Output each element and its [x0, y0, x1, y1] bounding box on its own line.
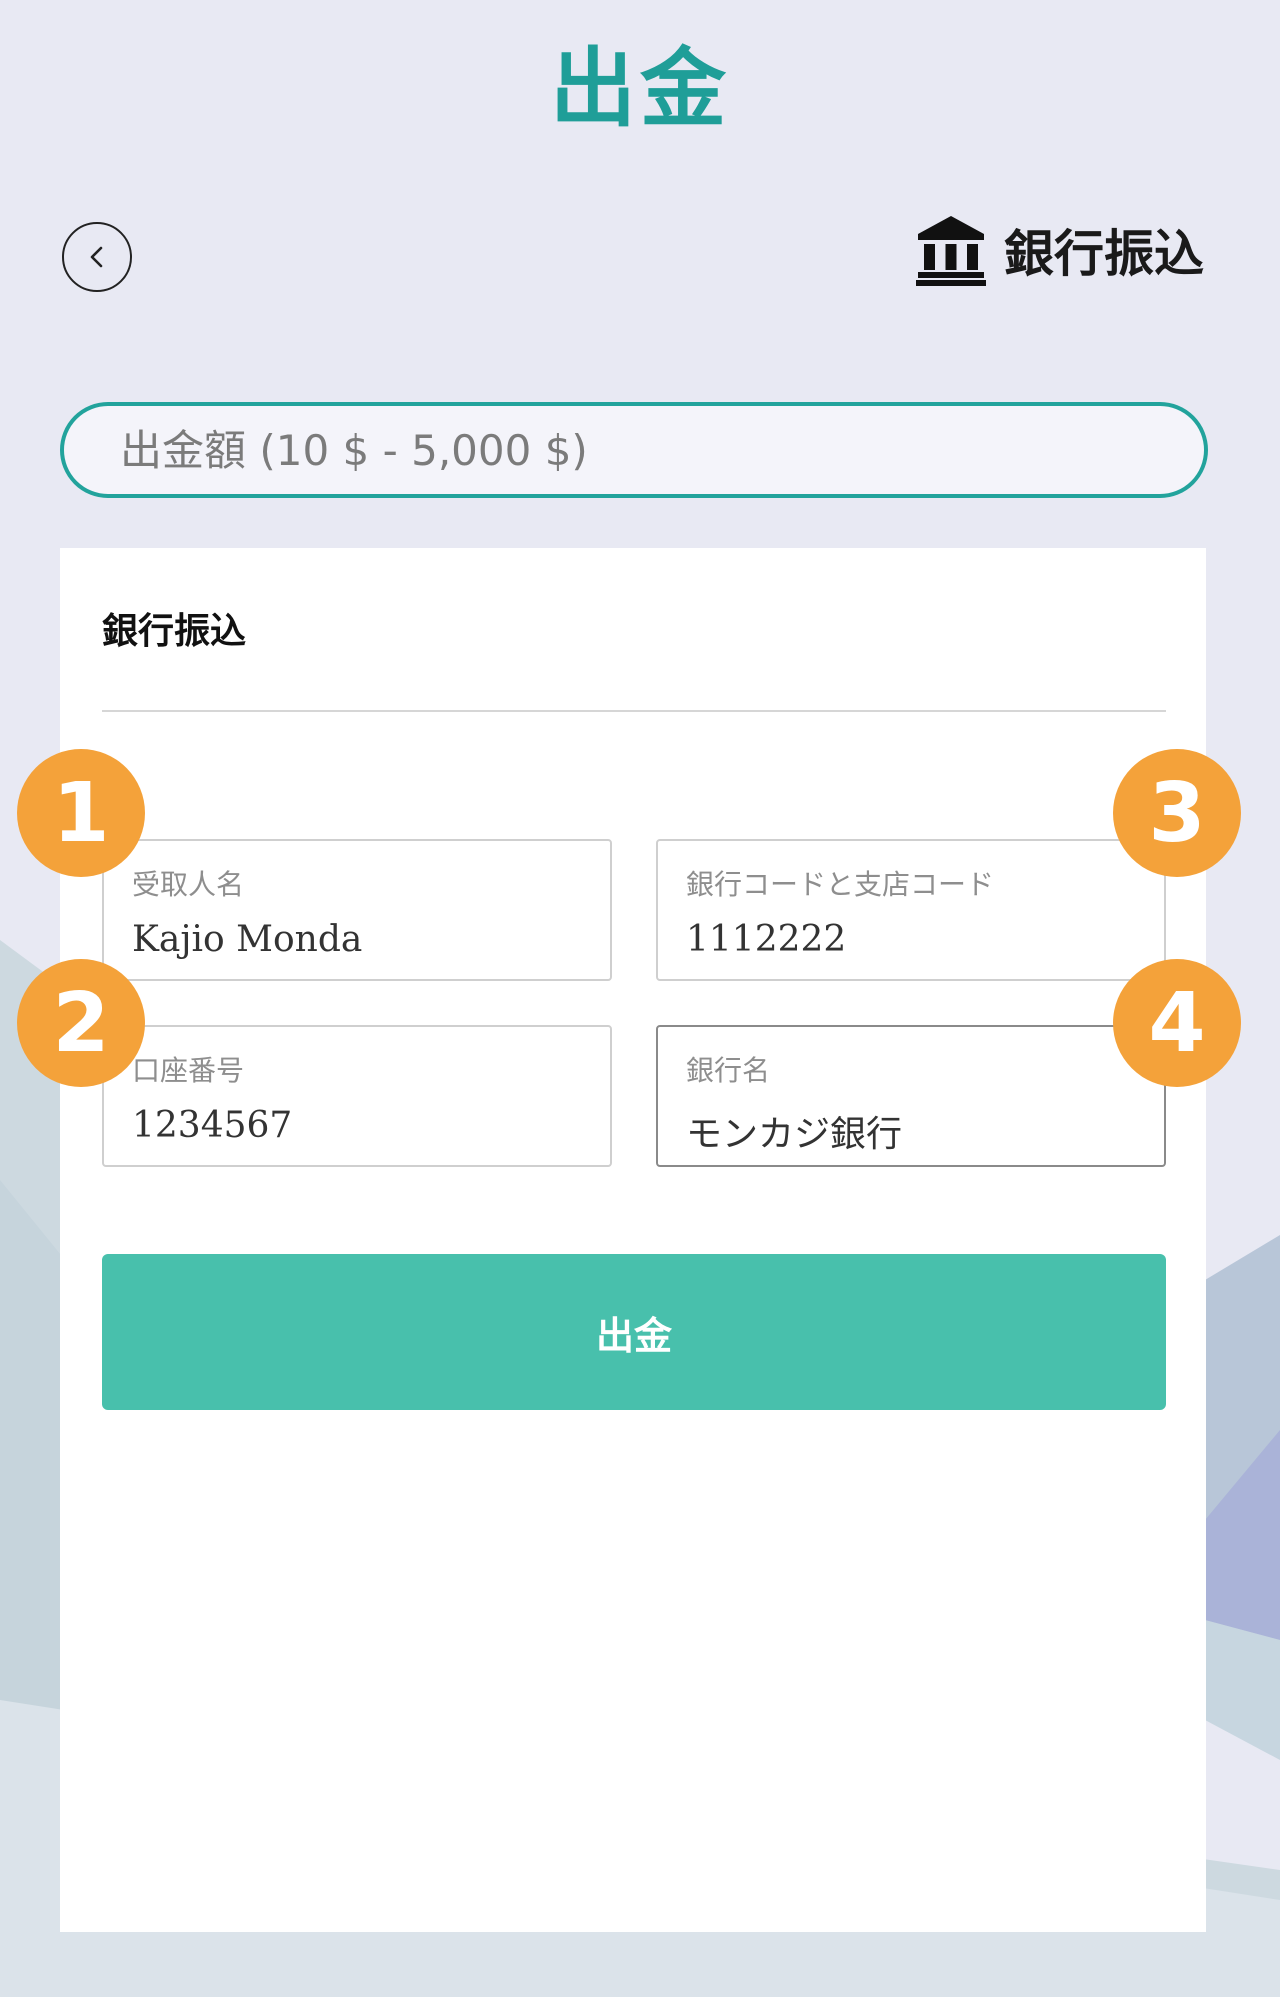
form-divider — [102, 710, 1166, 712]
bank-branch-code-label: 銀行コードと支店コード — [686, 868, 995, 901]
payment-method-label: 銀行振込 — [916, 214, 1204, 286]
withdraw-amount-input[interactable] — [118, 424, 1204, 476]
bank-name-label: 銀行名 — [686, 1054, 771, 1087]
payment-method-text: 銀行振込 — [1004, 225, 1204, 283]
annotation-badge-2: 2 — [17, 959, 145, 1087]
account-number-value[interactable]: 1234567 — [132, 1105, 292, 1146]
page-title: 出金 — [550, 39, 730, 139]
back-button[interactable] — [62, 222, 132, 292]
account-number-field[interactable]: 口座番号 1234567 — [102, 1025, 612, 1167]
withdraw-amount-field[interactable] — [60, 402, 1208, 498]
chevron-left-icon — [90, 246, 103, 268]
bank-icon — [916, 216, 986, 286]
recipient-name-field[interactable]: 受取人名 Kajio Monda — [102, 839, 612, 981]
bank-branch-code-value[interactable]: 1112222 — [686, 919, 846, 960]
bank-name-value[interactable]: モンカジ銀行 — [686, 1105, 902, 1157]
recipient-name-value[interactable]: Kajio Monda — [132, 919, 362, 960]
annotation-badge-4: 4 — [1113, 959, 1241, 1087]
bank-transfer-form: 銀行振込 受取人名 Kajio Monda 銀行コードと支店コード 111222… — [60, 548, 1206, 1932]
recipient-name-label: 受取人名 — [132, 868, 245, 901]
form-title: 銀行振込 — [102, 610, 247, 652]
bank-name-field[interactable]: 銀行名 モンカジ銀行 — [656, 1025, 1166, 1167]
annotation-badge-3: 3 — [1113, 749, 1241, 877]
withdraw-button[interactable]: 出金 — [102, 1254, 1166, 1410]
bank-branch-code-field[interactable]: 銀行コードと支店コード 1112222 — [656, 839, 1166, 981]
account-number-label: 口座番号 — [132, 1054, 245, 1087]
annotation-badge-1: 1 — [17, 749, 145, 877]
